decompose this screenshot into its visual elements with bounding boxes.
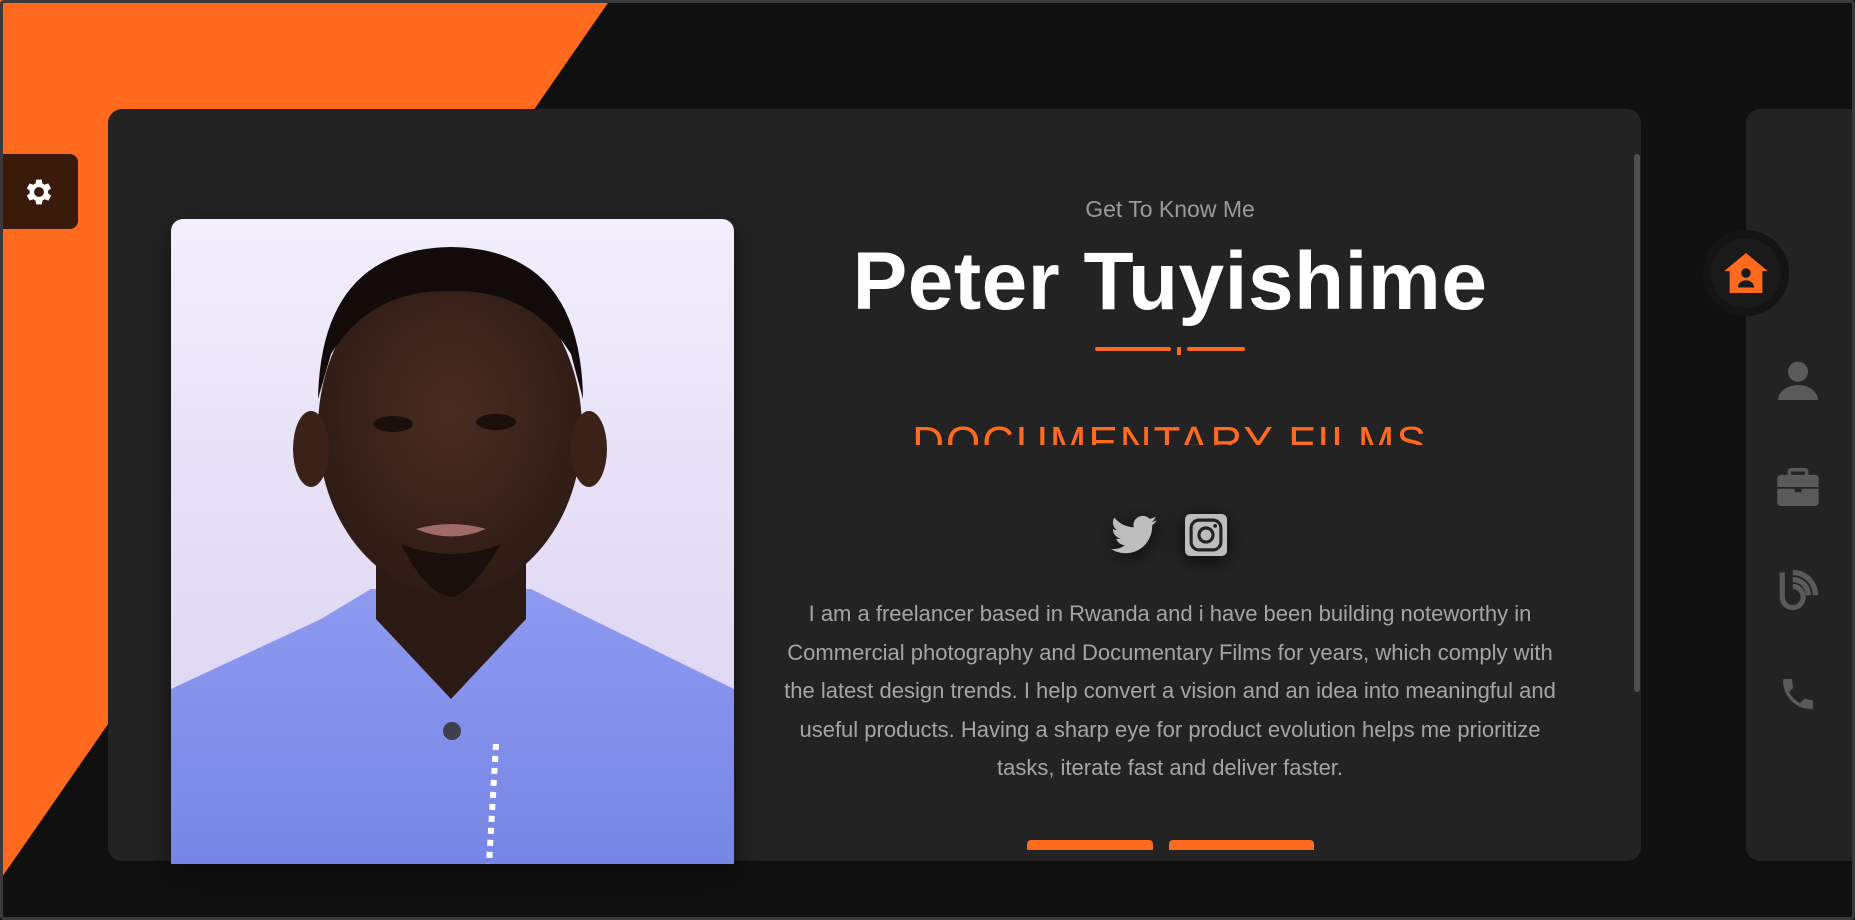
page-title: Peter Tuyishime bbox=[852, 236, 1488, 327]
home-icon bbox=[1724, 253, 1768, 293]
eyebrow-text: Get To Know Me bbox=[1085, 196, 1255, 222]
title-divider bbox=[1095, 345, 1245, 355]
cta-button-primary[interactable] bbox=[1026, 839, 1153, 850]
blog-icon bbox=[1779, 569, 1819, 611]
cta-buttons bbox=[770, 839, 1570, 850]
briefcase-icon bbox=[1777, 468, 1819, 506]
settings-button[interactable] bbox=[0, 154, 78, 229]
nav-home-button[interactable] bbox=[1703, 230, 1789, 316]
nav-home-circle bbox=[1711, 238, 1781, 308]
instagram-icon bbox=[1185, 514, 1227, 556]
user-icon bbox=[1778, 361, 1818, 400]
scrollbar[interactable] bbox=[1634, 154, 1640, 692]
nav-contact-button[interactable] bbox=[1776, 672, 1820, 716]
nav-portfolio-button[interactable] bbox=[1776, 465, 1820, 509]
nav-about-button[interactable] bbox=[1776, 358, 1820, 402]
intro-section: Get To Know Me Peter Tuyishime DOCUMENTA… bbox=[770, 190, 1570, 850]
profile-photo bbox=[171, 219, 734, 864]
twitter-icon bbox=[1111, 515, 1157, 554]
twitter-link[interactable] bbox=[1110, 511, 1158, 559]
instagram-link[interactable] bbox=[1182, 511, 1230, 559]
role-text: DOCUMENTARY FILMS bbox=[912, 418, 1428, 445]
cta-button-secondary[interactable] bbox=[1168, 839, 1314, 850]
social-links bbox=[770, 511, 1570, 559]
role-ticker: DOCUMENTARY FILMS bbox=[770, 415, 1570, 445]
nav-blog-button[interactable] bbox=[1776, 568, 1820, 612]
bio-text: I am a freelancer based in Rwanda and i … bbox=[784, 601, 1556, 780]
gear-icon bbox=[26, 179, 52, 204]
phone-icon bbox=[1783, 679, 1813, 709]
